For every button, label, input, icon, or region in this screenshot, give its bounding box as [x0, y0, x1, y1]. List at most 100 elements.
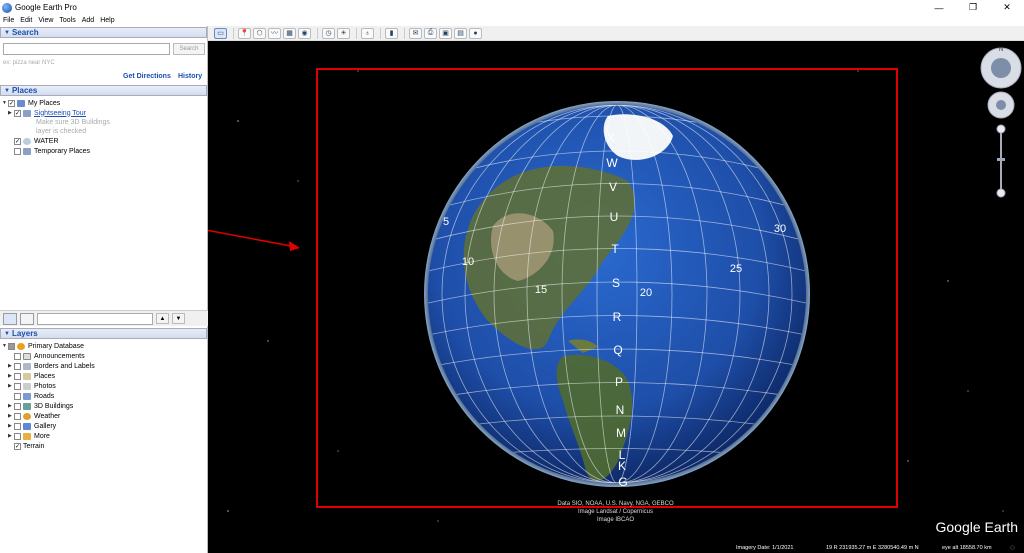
window-title: Google Earth Pro	[15, 3, 77, 12]
borders-icon	[23, 362, 31, 370]
tree-label: Places	[34, 372, 56, 380]
tree-item-temporary-places[interactable]: Temporary Places	[8, 146, 90, 156]
menu-view[interactable]: View	[38, 17, 53, 24]
sidebar-toggle-button[interactable]: ▭	[214, 27, 227, 39]
checkbox[interactable]	[14, 362, 21, 370]
get-directions-link[interactable]: Get Directions	[123, 73, 171, 80]
search-input[interactable]	[3, 43, 170, 55]
globe-icon	[17, 342, 25, 350]
folder-icon	[17, 99, 25, 107]
places-panel-header[interactable]: ▼ Places	[0, 85, 207, 96]
zone-number-label: 5	[443, 216, 449, 228]
checkbox[interactable]	[14, 352, 21, 360]
layers-panel-header[interactable]: ▼ Layers	[0, 328, 207, 339]
zone-number-label: 20	[640, 287, 652, 299]
sunlight-button[interactable]: ☀	[337, 27, 350, 39]
tree-label: Announcements	[34, 352, 85, 360]
layer-borders-labels[interactable]: ▶ Borders and Labels	[8, 361, 95, 371]
print-button[interactable]: ⎙	[424, 27, 437, 39]
planets-button[interactable]: ♁	[361, 27, 374, 39]
places-filter-input[interactable]	[37, 312, 153, 325]
layer-announcements[interactable]: Announcements	[8, 351, 85, 361]
checkbox[interactable]	[14, 412, 21, 420]
checkbox[interactable]	[14, 402, 21, 410]
tree-label: 3D Buildings	[34, 402, 74, 410]
layer-gallery[interactable]: ▶ Gallery	[8, 421, 56, 431]
history-link[interactable]: History	[178, 73, 202, 80]
minimize-button[interactable]: —	[922, 0, 956, 15]
folder-icon	[23, 432, 31, 440]
band-letter-label: K	[618, 459, 626, 473]
historical-imagery-button[interactable]: ◷	[322, 27, 335, 39]
layer-weather[interactable]: ▶ Weather	[8, 411, 60, 421]
checkbox[interactable]	[8, 342, 15, 350]
band-letter-label: Q	[613, 343, 622, 357]
checkbox[interactable]	[14, 382, 21, 390]
tree-label: Terrain	[23, 442, 45, 450]
menu-tools[interactable]: Tools	[59, 17, 75, 24]
compass-n-label: N	[999, 47, 1003, 53]
image-overlay-button[interactable]: ▦	[283, 27, 296, 39]
look-joystick	[991, 58, 1011, 78]
gallery-icon	[23, 422, 31, 430]
google-maps-button[interactable]: ▤	[454, 27, 467, 39]
search-header-label: Search	[11, 28, 39, 37]
save-image-button[interactable]: ▣	[439, 27, 452, 39]
band-letter-label: R	[613, 310, 622, 324]
sun-icon	[23, 412, 31, 420]
move-down-button[interactable]: ▼	[172, 313, 185, 324]
layer-primary-database[interactable]: ▼ Primary Database	[2, 341, 84, 351]
imagery-date: Imagery Date: 1/1/2021	[736, 545, 794, 551]
earth-globe-button[interactable]: ●	[469, 27, 482, 39]
layer-photos[interactable]: ▶ Photos	[8, 381, 56, 391]
path-button[interactable]: 〰	[268, 27, 281, 39]
ruler-button[interactable]: ▮	[385, 27, 398, 39]
menu-add[interactable]: Add	[82, 17, 94, 24]
zone-number-label: 30	[774, 223, 786, 235]
search-places-button[interactable]	[3, 312, 17, 325]
checkbox[interactable]	[14, 372, 21, 380]
checkbox[interactable]: ✓	[14, 109, 21, 117]
close-button[interactable]: ✕	[990, 0, 1024, 15]
tree-label[interactable]: Sightseeing Tour	[34, 110, 86, 117]
checkbox[interactable]: ✓	[8, 99, 15, 107]
layer-3d-buildings[interactable]: ▶ 3D Buildings	[8, 401, 73, 411]
layer-places[interactable]: ▶ Places	[8, 371, 55, 381]
checkbox[interactable]	[14, 392, 21, 400]
imagery-credit: Image Landsat / Copernicus	[577, 509, 654, 515]
places-toolbar: ▲ ▼	[0, 310, 208, 326]
checkbox[interactable]	[14, 432, 21, 440]
email-button[interactable]: ✉	[409, 27, 422, 39]
layer-more[interactable]: ▶ More	[8, 431, 50, 441]
annotation-arrow-line	[208, 229, 297, 248]
search-panel-header[interactable]: ▼ Search	[0, 27, 207, 38]
layer-roads[interactable]: Roads	[8, 391, 54, 401]
panel-toggle-button[interactable]	[20, 312, 34, 325]
record-tour-button[interactable]: ◉	[298, 27, 311, 39]
menu-file[interactable]: File	[3, 17, 14, 24]
earth-3d-view[interactable]: 5 10 15 20 25 30 X W V U T S R Q P N M L…	[208, 41, 1024, 553]
checkbox[interactable]	[14, 422, 21, 430]
band-letter-label: V	[609, 180, 617, 194]
checkbox[interactable]: ✓	[14, 137, 21, 145]
search-button[interactable]: Search	[173, 43, 205, 55]
placemark-button[interactable]: 📍	[238, 27, 251, 39]
checkbox[interactable]	[14, 147, 21, 155]
move-up-button[interactable]: ▲	[156, 313, 169, 324]
zoom-out-button[interactable]	[996, 188, 1006, 198]
menu-help[interactable]: Help	[100, 17, 114, 24]
collapse-triangle-icon: ▼	[4, 87, 10, 94]
maximize-button[interactable]: ❐	[956, 0, 990, 15]
checkbox[interactable]: ✓	[14, 442, 21, 450]
menu-bar: File Edit View Tools Add Help	[0, 15, 1024, 26]
layer-terrain[interactable]: ✓ Terrain	[8, 441, 44, 451]
photo-icon	[23, 382, 31, 390]
coordinates-readout: 19 R 231935.27 m E 3280540.49 m N	[826, 545, 919, 551]
menu-edit[interactable]: Edit	[20, 17, 32, 24]
collapse-triangle-icon: ▼	[4, 330, 10, 337]
tree-item-my-places[interactable]: ▼ ✓ My Places	[2, 98, 60, 108]
polygon-button[interactable]: ⬡	[253, 27, 266, 39]
globe-canvas: 5 10 15 20 25 30 X W V U T S R Q P N M L…	[208, 47, 1022, 522]
zoom-in-button[interactable]	[996, 124, 1006, 134]
tree-item-water[interactable]: ✓ WATER	[14, 136, 59, 146]
